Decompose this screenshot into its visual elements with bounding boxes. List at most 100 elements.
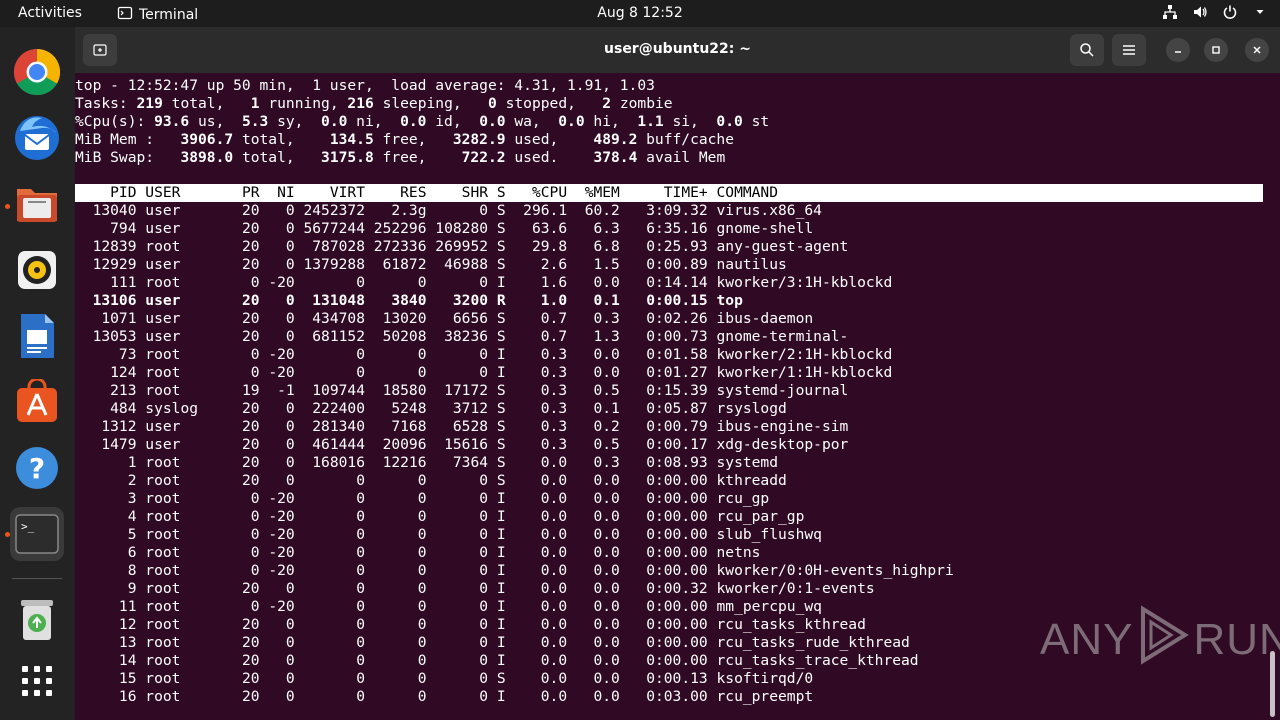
cell-time: 0:01.58 <box>619 346 708 363</box>
cell-pid: 213 <box>75 382 137 399</box>
search-button[interactable] <box>1070 34 1104 66</box>
cell-user: root <box>136 364 225 381</box>
cell-virt: 434708 <box>294 310 365 327</box>
cell-mem: 0.0 <box>567 562 620 579</box>
cell-pid: 9 <box>75 580 137 597</box>
cell-res: 272336 <box>365 238 427 255</box>
help-icon[interactable]: ? <box>10 441 64 495</box>
cell-time: 0:00.17 <box>619 436 708 453</box>
rhythmbox-icon[interactable] <box>10 243 64 297</box>
cell-ni: -20 <box>259 526 295 543</box>
cell-ni: 0 <box>259 580 295 597</box>
cell-shr: 0 <box>426 634 489 651</box>
cell-time: 0:00.00 <box>619 634 708 651</box>
cell-ni: 0 <box>259 328 295 345</box>
cell-cpu: 0.3 <box>505 346 568 363</box>
system-menu-arrow-icon[interactable] <box>1252 4 1268 20</box>
cell-cmd: ibus-daemon <box>707 310 814 327</box>
close-button[interactable] <box>1245 38 1269 62</box>
cell-time: 0:00.73 <box>619 328 708 345</box>
process-row: 213 root 19 -1 109744 18580 17172 S 0.3 … <box>75 382 848 400</box>
cell-mem: 0.5 <box>567 382 620 399</box>
cell-mem: 0.2 <box>567 418 620 435</box>
cell-user: user <box>136 310 225 327</box>
cell-cpu: 0.0 <box>505 580 568 597</box>
cell-pr: 20 <box>224 580 260 597</box>
process-table-header: PID USER PR NI VIRT RES SHR S %CPU %MEM … <box>75 184 1263 202</box>
cell-cmd: nautilus <box>707 256 787 273</box>
power-icon[interactable] <box>1222 4 1238 20</box>
cell-ni: 0 <box>259 634 295 651</box>
clock[interactable]: Aug 8 12:52 <box>597 5 683 21</box>
cell-pr: 20 <box>224 238 260 255</box>
thunderbird-icon[interactable] <box>10 111 64 165</box>
anyrun-watermark: ANY RUN <box>1040 604 1280 672</box>
trash-icon[interactable] <box>10 592 64 646</box>
cell-pr: 20 <box>224 400 260 417</box>
cell-shr: 0 <box>426 580 489 597</box>
cell-virt: 0 <box>294 490 365 507</box>
cell-ni: 0 <box>259 292 295 309</box>
cell-mem: 0.0 <box>567 652 620 669</box>
maximize-button[interactable] <box>1204 38 1228 62</box>
new-tab-button[interactable] <box>83 34 117 66</box>
volume-icon[interactable] <box>1192 4 1208 20</box>
cell-cpu: 0.0 <box>505 490 568 507</box>
network-icon[interactable] <box>1162 4 1178 20</box>
cell-shr: 3712 <box>426 400 489 417</box>
cell-pr: 20 <box>224 328 260 345</box>
cell-user: root <box>136 670 225 687</box>
cell-mem: 0.1 <box>567 292 620 309</box>
cell-res: 0 <box>365 508 427 525</box>
process-row: 111 root 0 -20 0 0 0 I 1.6 0.0 0:14.14 k… <box>75 274 892 292</box>
app-center-icon[interactable] <box>10 375 64 429</box>
cell-cmd: kworker/3:1H-kblockd <box>707 274 893 291</box>
cell-cpu: 0.0 <box>505 472 568 489</box>
cell-mem: 1.3 <box>567 328 620 345</box>
cell-cmd: xdg-desktop-por <box>707 436 849 453</box>
cell-cmd: gnome-terminal- <box>707 328 849 345</box>
minimize-button[interactable] <box>1166 38 1190 62</box>
cell-pid: 124 <box>75 364 137 381</box>
terminal-titlebar[interactable]: user@ubuntu22: ~ <box>75 27 1280 73</box>
chrome-icon[interactable] <box>10 45 64 99</box>
hamburger-menu-button[interactable] <box>1112 34 1146 66</box>
cell-res: 3840 <box>365 292 427 309</box>
cell-cmd: gnome-shell <box>707 220 814 237</box>
cell-time: 3:09.32 <box>619 202 708 219</box>
cell-user: root <box>136 472 225 489</box>
app-menu[interactable]: Terminal <box>117 5 198 25</box>
column-header-shr: SHR <box>426 184 489 201</box>
cell-s: I <box>488 562 506 579</box>
libreoffice-writer-icon[interactable] <box>10 309 64 363</box>
cell-s: I <box>488 634 506 651</box>
top-summary-tasks: Tasks: 219 total, 1 running, 216 sleepin… <box>75 95 673 112</box>
process-row: 12839 root 20 0 787028 272336 269952 S 2… <box>75 238 849 256</box>
cell-shr: 0 <box>426 364 489 381</box>
cell-virt: 0 <box>294 472 365 489</box>
show-apps-icon[interactable] <box>10 654 64 708</box>
cell-shr: 0 <box>426 526 489 543</box>
cell-user: root <box>136 652 225 669</box>
cell-virt: 0 <box>294 508 365 525</box>
cell-virt: 168016 <box>294 454 365 471</box>
cell-res: 0 <box>365 688 427 705</box>
cell-shr: 0 <box>426 616 489 633</box>
cell-pr: 20 <box>224 634 260 651</box>
cell-user: root <box>136 526 225 543</box>
activities-button[interactable]: Activities <box>18 5 82 21</box>
dock: ? >_ <box>0 27 75 720</box>
system-tray[interactable] <box>1162 4 1268 20</box>
cell-mem: 60.2 <box>567 202 620 219</box>
process-row: 1 root 20 0 168016 12216 7364 S 0.0 0.3 … <box>75 454 778 472</box>
cell-user: root <box>136 454 225 471</box>
cell-time: 0:00.15 <box>619 292 708 309</box>
cell-shr: 269952 <box>426 238 489 255</box>
cell-shr: 0 <box>426 202 489 219</box>
cell-user: user <box>136 202 225 219</box>
cell-pid: 13053 <box>75 328 137 345</box>
terminal-icon[interactable]: >_ <box>10 507 64 561</box>
files-icon[interactable] <box>10 177 64 231</box>
cell-virt: 1379288 <box>294 256 365 273</box>
top-summary-cpu: %Cpu(s): 93.6 us, 5.3 sy, 0.0 ni, 0.0 id… <box>75 113 770 130</box>
